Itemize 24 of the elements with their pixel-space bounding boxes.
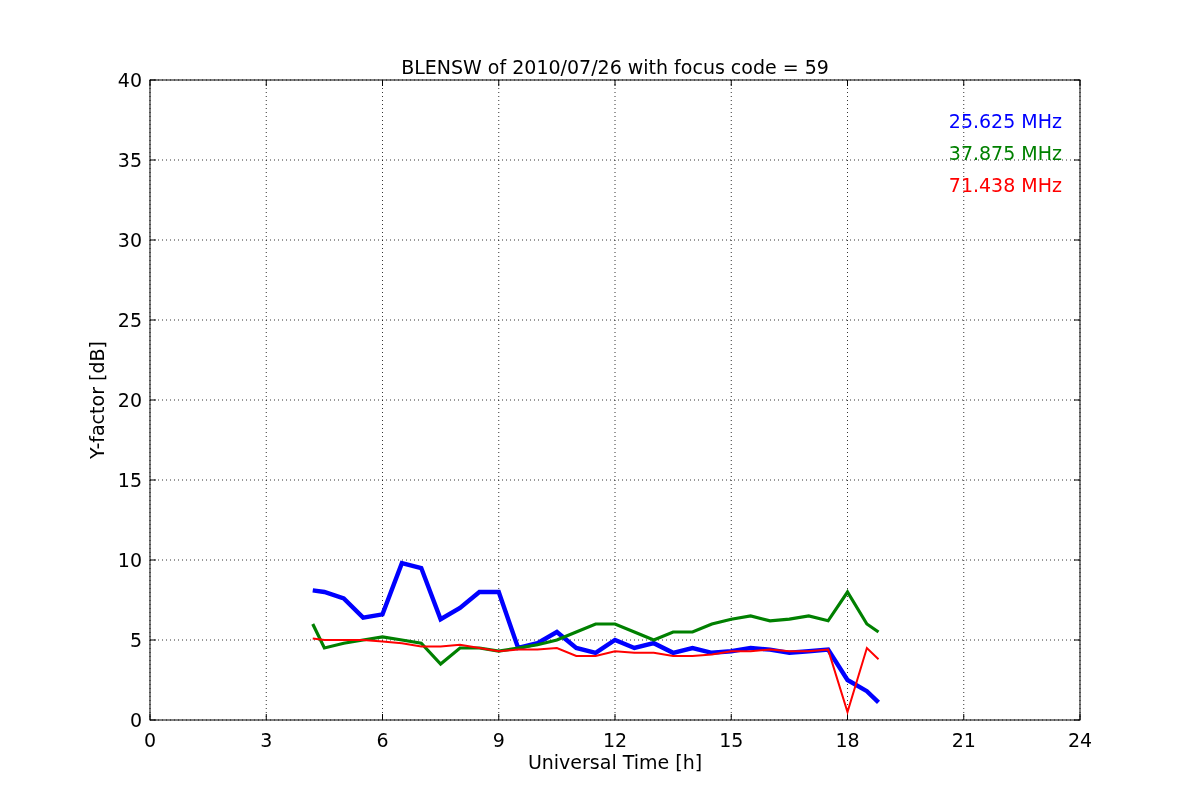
y-axis-label: Y-factor [dB]	[86, 341, 108, 459]
x-tick-label: 6	[376, 729, 389, 751]
y-tick-label: 20	[117, 389, 142, 411]
x-tick-label: 0	[143, 729, 157, 751]
y-tick-label: 15	[117, 469, 142, 491]
x-tick-label: 3	[260, 729, 273, 751]
x-tick-label: 21	[951, 729, 976, 751]
x-tick-label: 12	[602, 729, 628, 751]
y-tick-label: 35	[117, 149, 142, 171]
x-tick-label: 18	[835, 729, 860, 751]
legend-label: 37.875 MHz	[948, 142, 1062, 164]
x-tick-label: 9	[492, 729, 505, 751]
legend-label: 71.438 MHz	[948, 174, 1062, 196]
y-tick-label: 10	[117, 549, 142, 571]
y-tick-label: 0	[129, 709, 142, 731]
x-tick-label: 15	[719, 729, 744, 751]
y-tick-label: 30	[117, 229, 142, 251]
y-tick-label: 25	[117, 309, 142, 331]
x-tick-label: 24	[1067, 729, 1093, 751]
legend-label: 25.625 MHz	[948, 110, 1062, 132]
y-tick-label: 40	[117, 69, 142, 91]
x-axis-label: Universal Time [h]	[527, 751, 703, 773]
y-tick-label: 5	[129, 629, 142, 651]
chart-title: BLENSW of 2010/07/26 with focus code = 59	[401, 56, 829, 78]
